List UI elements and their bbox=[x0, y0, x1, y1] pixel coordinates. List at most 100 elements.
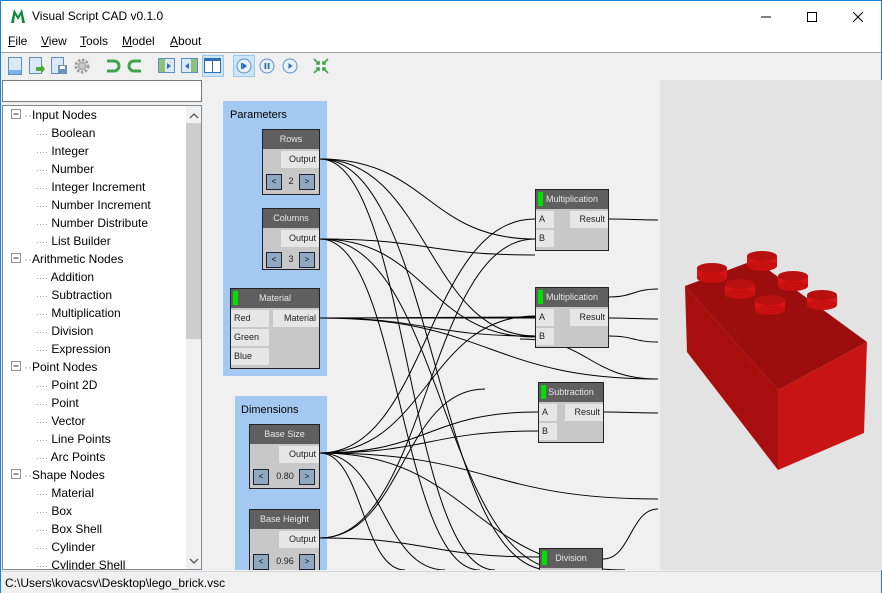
node-rows[interactable]: Rows Output < 2 > bbox=[262, 129, 320, 195]
connection-wire[interactable] bbox=[608, 335, 658, 343]
node-columns[interactable]: Columns Output < 3 > bbox=[262, 208, 320, 270]
node-subtraction-input-a[interactable]: A bbox=[539, 404, 557, 421]
node-search-input[interactable] bbox=[2, 80, 202, 102]
node-subtraction-output-port[interactable]: Result bbox=[565, 404, 603, 421]
tree-item[interactable]: ···· Addition bbox=[36, 270, 94, 288]
manual-update-button[interactable] bbox=[233, 55, 255, 77]
node-multiplication-1-input-b[interactable]: B bbox=[536, 230, 554, 247]
node-multiplication-2[interactable]: Multiplication A B Result bbox=[535, 287, 609, 348]
connection-wire[interactable] bbox=[319, 452, 658, 500]
open-file-button[interactable] bbox=[26, 55, 48, 77]
node-material-input-green[interactable]: Green bbox=[231, 329, 269, 346]
connection-wire[interactable] bbox=[603, 411, 658, 414]
node-base-height[interactable]: Base Height Output < 0.96 > bbox=[249, 509, 320, 570]
tree-item[interactable]: ···· Expression bbox=[36, 342, 111, 360]
tree-item[interactable]: ···· Integer Increment bbox=[36, 180, 145, 198]
auto-update-button[interactable] bbox=[279, 55, 301, 77]
node-division[interactable]: Division bbox=[539, 548, 603, 570]
tree-category[interactable]: ··Input Nodes bbox=[11, 108, 97, 126]
pause-update-button[interactable] bbox=[256, 55, 278, 77]
node-rows-output-port[interactable]: Output bbox=[281, 151, 319, 168]
tree-scroll-thumb[interactable] bbox=[186, 123, 201, 339]
show-left-panel-button[interactable] bbox=[156, 55, 178, 77]
node-editor-canvas[interactable]: Parameters Dimensions Rows Output < 2 > … bbox=[205, 79, 658, 570]
connection-wire[interactable] bbox=[608, 317, 658, 320]
tree-item[interactable]: ···· Subtraction bbox=[36, 288, 112, 306]
collapse-icon[interactable] bbox=[11, 109, 22, 120]
connection-wire[interactable] bbox=[319, 238, 481, 570]
node-base-size[interactable]: Base Size Output < 0.80 > bbox=[249, 424, 320, 489]
node-subtraction-input-b[interactable]: B bbox=[539, 423, 557, 440]
tree-item[interactable]: ···· Number Distribute bbox=[36, 216, 148, 234]
node-multiplication-2-input-b[interactable]: B bbox=[536, 328, 554, 345]
node-multiplication-2-input-a[interactable]: A bbox=[536, 309, 554, 326]
node-material[interactable]: Material Red Green Blue Material bbox=[230, 288, 320, 369]
node-base-height-decrement-button[interactable]: < bbox=[253, 554, 269, 570]
node-multiplication-2-output-port[interactable]: Result bbox=[570, 309, 608, 326]
tree-item[interactable]: ···· Line Points bbox=[36, 432, 111, 450]
3d-viewport[interactable] bbox=[660, 80, 882, 570]
tree-item[interactable]: ···· Cylinder Shell bbox=[36, 558, 125, 569]
connection-wire[interactable] bbox=[319, 238, 536, 338]
tree-item[interactable]: ···· Multiplication bbox=[36, 306, 121, 324]
node-material-output-port[interactable]: Material bbox=[273, 310, 319, 327]
node-rows-decrement-button[interactable]: < bbox=[266, 174, 282, 190]
menu-file[interactable]: File bbox=[8, 34, 27, 48]
collapse-icon[interactable] bbox=[11, 361, 22, 372]
redo-button[interactable] bbox=[125, 55, 147, 77]
new-file-button[interactable] bbox=[4, 55, 26, 77]
node-columns-increment-button[interactable]: > bbox=[299, 252, 315, 268]
tree-category[interactable]: ··Point Nodes bbox=[11, 360, 97, 378]
node-multiplication-1-output-port[interactable]: Result bbox=[570, 211, 608, 228]
scroll-up-icon[interactable] bbox=[186, 108, 202, 124]
connection-wire[interactable] bbox=[602, 508, 658, 560]
tree-item[interactable]: ···· Number Increment bbox=[36, 198, 151, 216]
tree-item[interactable]: ···· Division bbox=[36, 324, 93, 342]
show-right-panel-button[interactable] bbox=[179, 55, 201, 77]
node-columns-output-port[interactable]: Output bbox=[281, 230, 319, 247]
node-base-size-increment-button[interactable]: > bbox=[299, 469, 315, 485]
maximize-button[interactable] bbox=[789, 1, 835, 32]
tree-item[interactable]: ···· Vector bbox=[36, 414, 85, 432]
menu-view[interactable]: View bbox=[41, 34, 67, 48]
connection-wire[interactable] bbox=[319, 238, 566, 570]
node-base-size-decrement-button[interactable]: < bbox=[253, 469, 269, 485]
tree-item[interactable]: ···· Point bbox=[36, 396, 79, 414]
node-material-input-blue[interactable]: Blue bbox=[231, 348, 269, 365]
tree-item[interactable]: ···· List Builder bbox=[36, 234, 111, 252]
fit-to-view-button[interactable] bbox=[310, 55, 332, 77]
collapse-icon[interactable] bbox=[11, 253, 22, 264]
connection-wire[interactable] bbox=[319, 452, 446, 570]
connection-wire[interactable] bbox=[319, 388, 486, 539]
connection-wire[interactable] bbox=[319, 452, 406, 570]
connection-wire[interactable] bbox=[319, 430, 539, 454]
node-columns-decrement-button[interactable]: < bbox=[266, 252, 282, 268]
node-rows-increment-button[interactable]: > bbox=[299, 174, 315, 190]
node-subtraction[interactable]: Subtraction A B Result bbox=[538, 382, 604, 443]
tree-item[interactable]: ···· Boolean bbox=[36, 126, 95, 144]
split-view-button[interactable] bbox=[202, 55, 224, 77]
close-button[interactable] bbox=[835, 1, 881, 32]
tree-item[interactable]: ···· Integer bbox=[36, 144, 89, 162]
tree-item[interactable]: ···· Box Shell bbox=[36, 522, 102, 540]
settings-button[interactable] bbox=[71, 55, 93, 77]
tree-item[interactable]: ···· Number bbox=[36, 162, 94, 180]
scroll-down-icon[interactable] bbox=[186, 553, 202, 569]
node-multiplication-1-input-a[interactable]: A bbox=[536, 211, 554, 228]
node-multiplication-1[interactable]: Multiplication A B Result bbox=[535, 189, 609, 251]
tree-category[interactable]: ··Shape Nodes bbox=[11, 468, 105, 486]
menu-tools[interactable]: Tools bbox=[80, 34, 108, 48]
tree-item[interactable]: ···· Material bbox=[36, 486, 94, 504]
connection-wire[interactable] bbox=[608, 218, 658, 221]
connection-wire[interactable] bbox=[319, 238, 536, 256]
connection-wire[interactable] bbox=[319, 158, 551, 570]
connection-wire[interactable] bbox=[319, 411, 539, 454]
tree-item[interactable]: ···· Arc Points bbox=[36, 450, 105, 468]
node-base-height-increment-button[interactable]: > bbox=[299, 554, 315, 570]
tree-scrollbar[interactable] bbox=[186, 106, 202, 569]
undo-button[interactable] bbox=[101, 55, 123, 77]
save-file-button[interactable] bbox=[48, 55, 70, 77]
node-base-height-output-port[interactable]: Output bbox=[279, 531, 319, 548]
tree-item[interactable]: ···· Point 2D bbox=[36, 378, 97, 396]
connection-wire[interactable] bbox=[319, 238, 536, 539]
